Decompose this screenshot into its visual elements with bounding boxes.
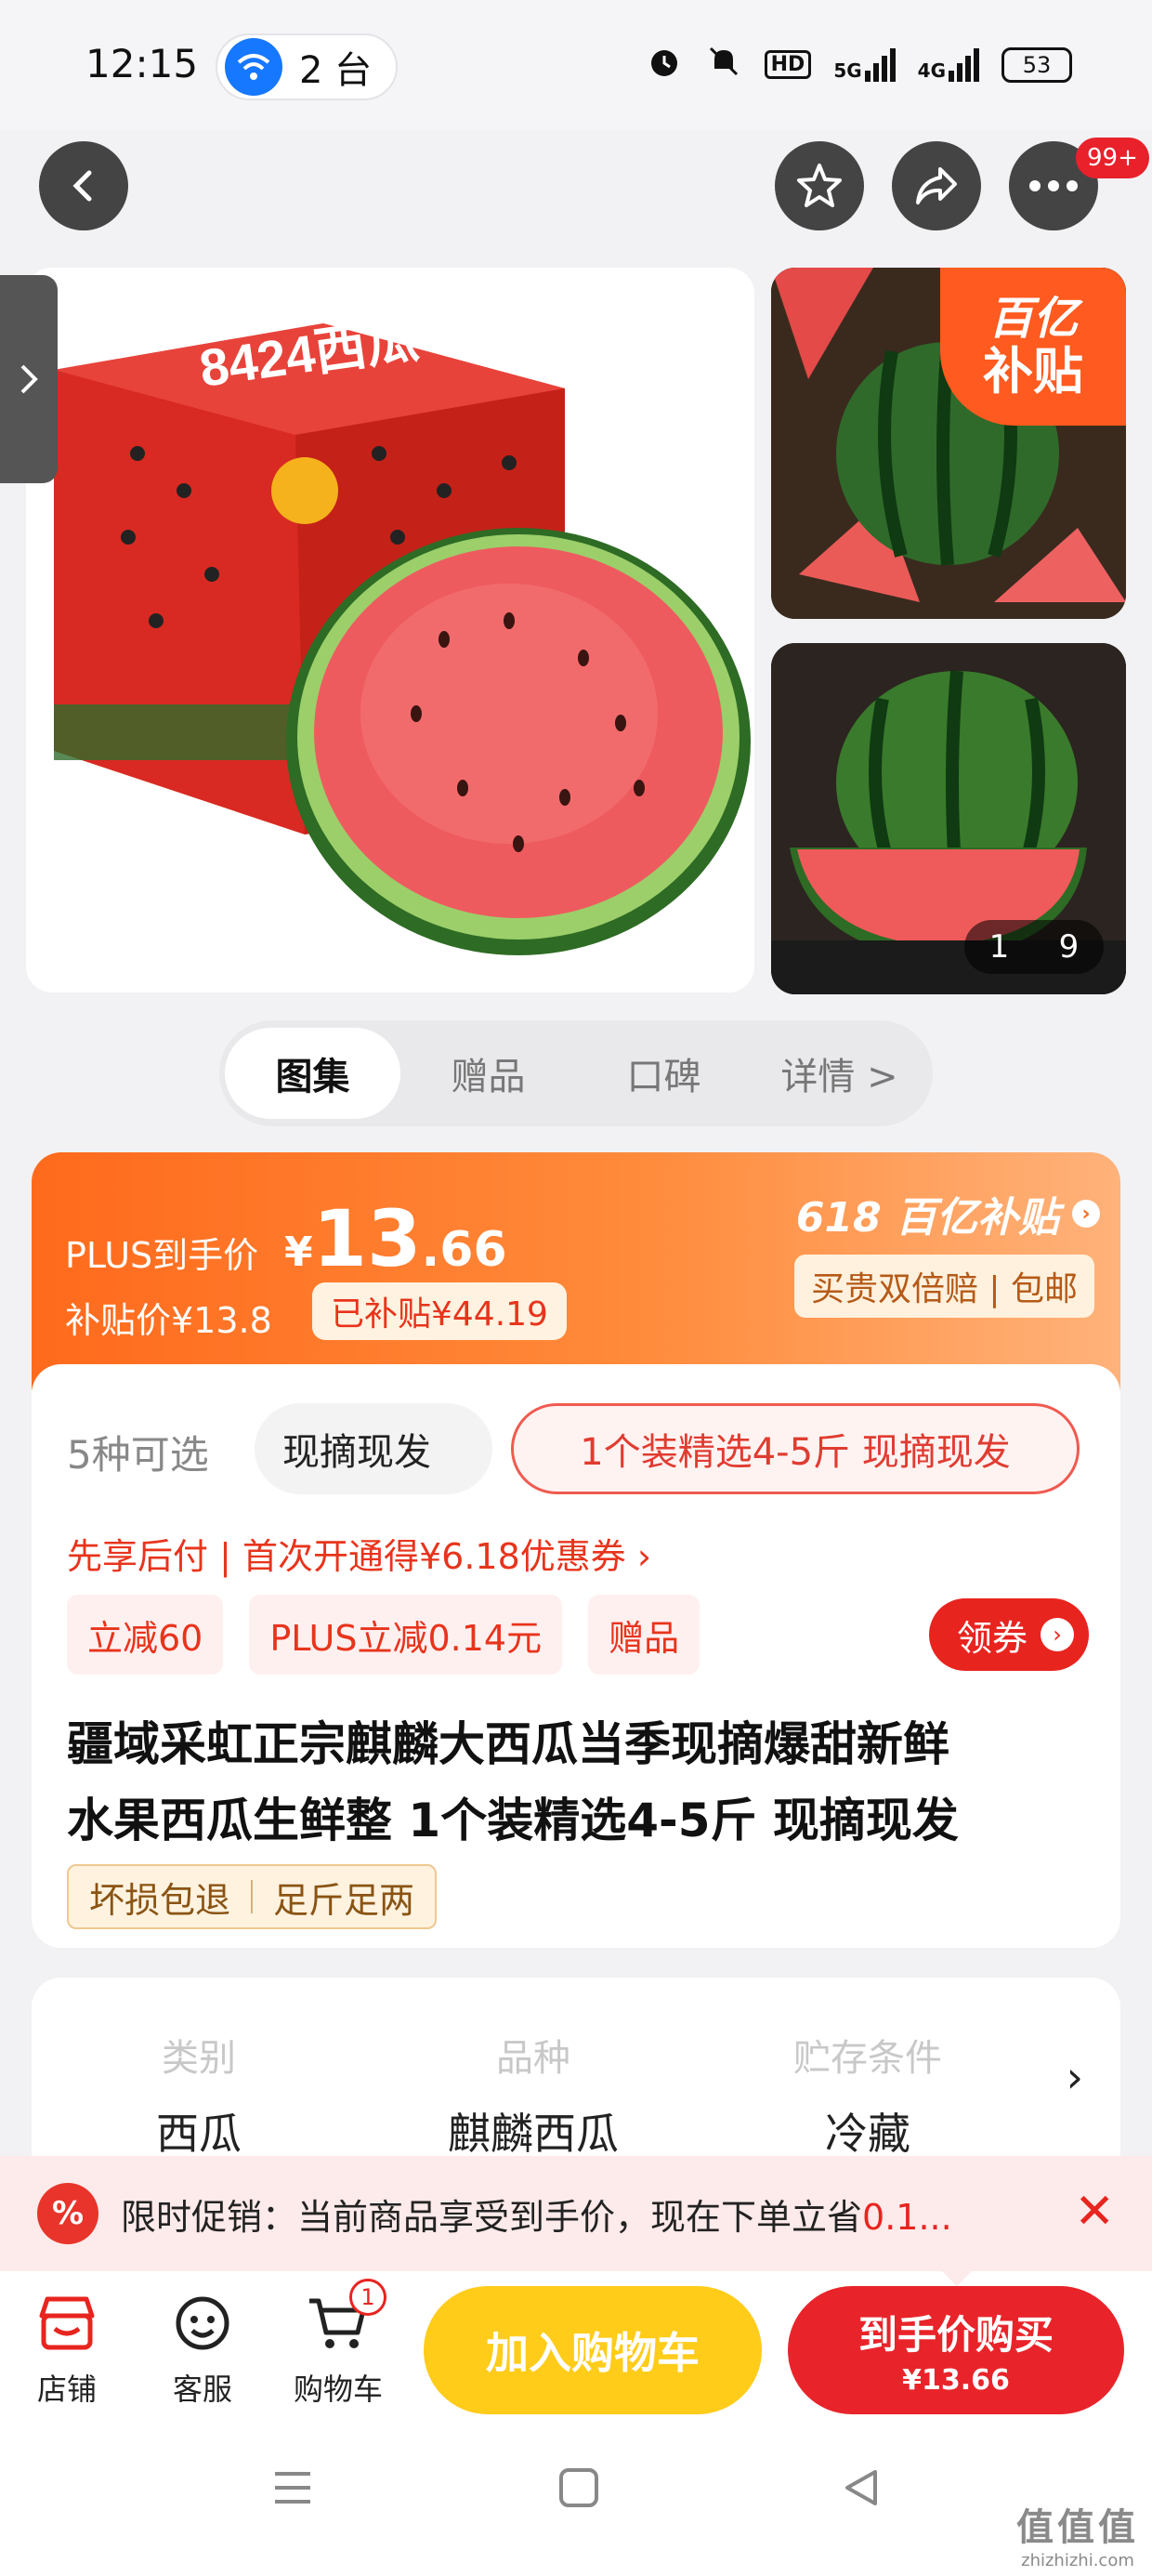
buy-now-button[interactable]: 到手价购买 ¥13.66 — [788, 2286, 1124, 2414]
subsidy-price: 补贴价¥13.8 — [65, 1300, 272, 1341]
chat-icon — [169, 2290, 236, 2357]
service-guarantees[interactable]: 坏损包退 足斤足两 — [67, 1864, 438, 1929]
promo-chip[interactable]: PLUS立减0.14元 — [249, 1595, 563, 1675]
spec-card[interactable]: 类别 西瓜 品种 麒麟西瓜 贮存条件 冷藏 › — [32, 1978, 1120, 2163]
menu-icon[interactable] — [271, 2466, 314, 2513]
favorite-button[interactable] — [775, 141, 864, 230]
tab-gallery[interactable]: 图集 — [225, 1028, 400, 1119]
more-icon — [1029, 180, 1078, 191]
subsidy-amount-tag: 已补贴¥44.19 — [312, 1282, 567, 1340]
device-pill[interactable]: 2 台 — [216, 33, 398, 100]
message-badge: 99+ — [1076, 138, 1149, 178]
hd-icon: HD — [764, 50, 812, 79]
option-chip[interactable]: 现摘现发 — [255, 1403, 492, 1494]
gallery-expand-tab[interactable] — [0, 275, 58, 483]
product-title: 疆域采虹正宗麒麟大西瓜当季现摘爆甜新鲜 水果西瓜生鲜整 1个装精选4-5斤 现摘… — [67, 1717, 959, 1847]
tooltip-pointer — [942, 2271, 972, 2286]
back-nav-icon[interactable] — [840, 2466, 883, 2513]
tab-reviews[interactable]: 口碑 — [576, 1028, 752, 1119]
chevron-left-icon — [72, 170, 92, 202]
share-icon — [916, 167, 957, 204]
product-page: 12:15 2 台 HD 5G 4G 53 99+ 8424西瓜 百亿 补贴 1… — [0, 0, 1152, 2576]
chevron-right-icon[interactable]: › — [1067, 2052, 1083, 2102]
star-icon — [797, 164, 842, 207]
add-to-cart-button[interactable]: 加入购物车 — [424, 2286, 762, 2414]
system-navigation: 值值值 zhizhizhi.com — [0, 2420, 1152, 2576]
back-button[interactable] — [39, 141, 128, 230]
promo-chip[interactable]: 赠品 — [588, 1595, 700, 1675]
status-bar: 12:15 2 台 HD 5G 4G 53 — [0, 0, 1152, 130]
signal-5g-icon: 5G — [833, 47, 896, 82]
plus-price-label: PLUS到手价 — [65, 1235, 259, 1276]
promo-text: 限时促销：当前商品享受到手价，现在下单立省0.1... — [121, 2196, 952, 2238]
promo-banner[interactable]: % 限时促销：当前商品享受到手价，现在下单立省0.1... ✕ — [0, 2156, 1152, 2271]
pay-later-offer[interactable]: 先享后付 | 首次开通得¥6.18优惠券 › — [67, 1528, 651, 1579]
gallery-thumbnail[interactable]: 1 9 — [771, 643, 1126, 994]
guarantee-tag: 买贵双倍赔 | 包邮 — [793, 1255, 1094, 1318]
spec-item: 类别 西瓜 — [156, 2037, 242, 2159]
alarm-icon — [646, 43, 683, 86]
status-time: 12:15 — [85, 41, 199, 86]
product-info: 5种可选 现摘现发 1个装精选4-5斤 现摘现发 先享后付 | 首次开通得¥6.… — [32, 1364, 1120, 1948]
section-tabs: 图集 赠品 口碑 详情 > — [219, 1020, 933, 1126]
option-count: 5种可选 — [67, 1432, 209, 1478]
status-icons: HD 5G 4G 53 — [646, 43, 1072, 86]
subsidy-badge: 百亿 补贴 — [940, 268, 1126, 426]
chevron-right-icon — [20, 364, 38, 394]
option-chip-selected[interactable]: 1个装精选4-5斤 现摘现发 — [511, 1403, 1080, 1494]
store-button[interactable]: 店铺 — [11, 2290, 123, 2409]
wifi-icon — [225, 38, 282, 96]
mute-icon — [705, 43, 742, 86]
device-count: 2 台 — [299, 49, 373, 92]
discount-icon: % — [37, 2183, 98, 2244]
price-header: PLUS到手价 ¥13.66 补贴价¥13.8 已补贴¥44.19 618 百亿… — [32, 1152, 1120, 1390]
price-card: PLUS到手价 ¥13.66 补贴价¥13.8 已补贴¥44.19 618 百亿… — [32, 1152, 1120, 1948]
main-product-image[interactable]: 8424西瓜 — [26, 268, 754, 992]
close-icon[interactable]: ✕ — [1074, 2184, 1115, 2240]
home-icon[interactable] — [557, 2466, 600, 2513]
spec-item: 贮存条件 冷藏 — [793, 2037, 942, 2159]
gallery-thumbnail[interactable]: 百亿 补贴 — [771, 268, 1126, 619]
chevron-right-icon: › — [1072, 1200, 1100, 1228]
campaign-brand[interactable]: 618 百亿补贴 › — [796, 1184, 1100, 1243]
signal-4g-icon: 4G — [918, 47, 979, 82]
promo-chips: 立减60 PLUS立减0.14元 赠品 — [67, 1595, 700, 1675]
battery-icon: 53 — [1001, 46, 1072, 83]
cart-count-badge: 1 — [349, 2279, 386, 2316]
get-coupon-button[interactable]: 领券 › — [928, 1598, 1089, 1671]
gallery-pager: 1 9 — [964, 920, 1104, 974]
plus-price: ¥13.66 — [284, 1193, 507, 1284]
tab-gifts[interactable]: 赠品 — [400, 1028, 576, 1119]
store-icon — [33, 2290, 100, 2357]
tab-details[interactable]: 详情 > — [752, 1028, 927, 1119]
customer-service-button[interactable]: 客服 — [147, 2290, 258, 2409]
share-button[interactable] — [892, 141, 981, 230]
watermark: 值值值 zhizhizhi.com — [1016, 2506, 1139, 2570]
chevron-right-icon: › — [1041, 1618, 1074, 1651]
spec-item: 品种 麒麟西瓜 — [448, 2037, 619, 2159]
promo-chip[interactable]: 立减60 — [67, 1595, 224, 1675]
